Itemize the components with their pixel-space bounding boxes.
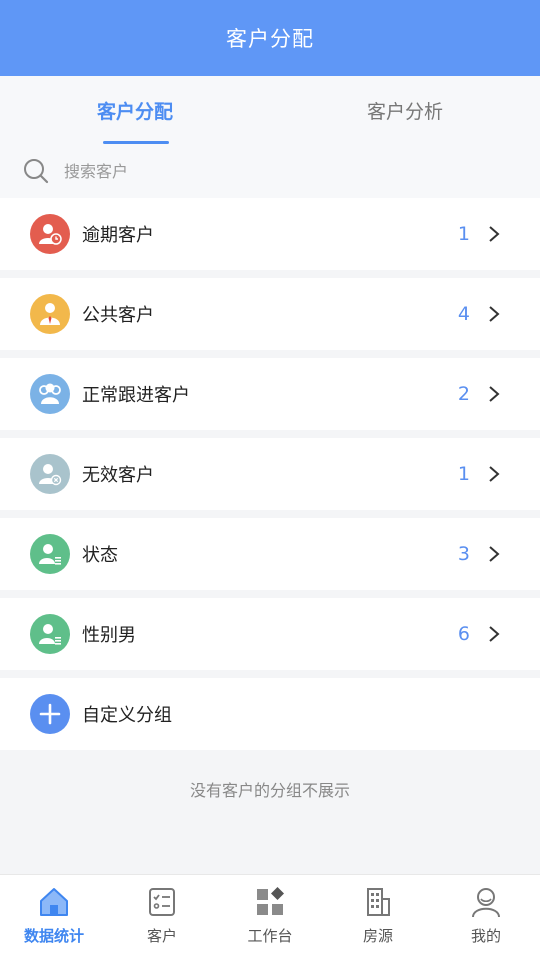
nav-label: 数据统计 — [23, 927, 84, 945]
group-count: 2 — [457, 383, 470, 405]
grid-icon — [257, 887, 284, 915]
checklist-icon — [149, 888, 175, 916]
nav-label: 房源 — [362, 927, 393, 945]
invalid-user-icon — [30, 454, 70, 494]
group-count: 1 — [457, 223, 470, 245]
search-bar[interactable] — [0, 144, 540, 198]
building-icon — [367, 888, 390, 916]
tab-bar: 客户分配 客户分析 — [0, 76, 540, 144]
group-label: 性别男 — [82, 625, 136, 646]
nav-workbench[interactable]: 工作台 — [216, 875, 324, 960]
group-row-overdue[interactable]: 逾期客户 1 — [0, 198, 540, 270]
group-row-status[interactable]: 状态 3 — [0, 518, 540, 590]
user-list-icon — [30, 614, 70, 654]
custom-group-label: 自定义分组 — [82, 705, 172, 726]
profile-icon — [472, 888, 500, 918]
search-input[interactable] — [64, 161, 484, 181]
group-label: 状态 — [82, 545, 118, 566]
group-row-public[interactable]: 公共客户 4 — [0, 278, 540, 350]
group-label: 无效客户 — [82, 465, 154, 486]
chevron-right-icon — [489, 226, 500, 242]
nav-label: 工作台 — [247, 927, 293, 945]
bottom-nav: 数据统计 客户 工作台 房源 我的 — [0, 874, 540, 960]
tab-customer-assign[interactable]: 客户分配 — [0, 76, 270, 144]
chevron-right-icon — [489, 546, 500, 562]
chevron-right-icon — [489, 626, 500, 642]
nav-customers[interactable]: 客户 — [108, 875, 216, 960]
nav-label: 客户 — [146, 927, 177, 945]
overdue-user-icon — [30, 214, 70, 254]
chevron-right-icon — [489, 306, 500, 322]
plus-icon — [30, 694, 70, 734]
group-row-invalid[interactable]: 无效客户 1 — [0, 438, 540, 510]
group-count: 3 — [457, 543, 470, 565]
group-label: 公共客户 — [82, 305, 154, 326]
custom-group-button[interactable]: 自定义分组 — [0, 678, 540, 750]
chevron-right-icon — [489, 466, 500, 482]
nav-label: 我的 — [470, 927, 501, 945]
title-bar: 客户分配 — [0, 0, 540, 76]
group-count: 4 — [457, 303, 470, 325]
page-title: 客户分配 — [226, 27, 314, 51]
group-count: 1 — [457, 463, 470, 485]
group-row-following[interactable]: 正常跟进客户 2 — [0, 358, 540, 430]
home-icon — [40, 888, 68, 916]
group-list: 逾期客户 1 公共客户 4 正常跟进客户 2 无效客户 1 状态 3 性别男 6… — [0, 198, 540, 750]
group-label: 正常跟进客户 — [82, 385, 190, 406]
group-count: 6 — [457, 623, 470, 645]
nav-data-stats[interactable]: 数据统计 — [0, 875, 108, 960]
nav-listings[interactable]: 房源 — [324, 875, 432, 960]
follow-users-icon — [30, 374, 70, 414]
group-row-gender-male[interactable]: 性别男 6 — [0, 598, 540, 670]
public-user-icon — [30, 294, 70, 334]
nav-profile[interactable]: 我的 — [432, 875, 540, 960]
empty-group-note: 没有客户的分组不展示 — [189, 781, 350, 800]
search-icon — [24, 159, 49, 184]
chevron-right-icon — [489, 386, 500, 402]
group-label: 逾期客户 — [82, 225, 154, 246]
tab-customer-analysis[interactable]: 客户分析 — [270, 76, 540, 144]
user-list-icon — [30, 534, 70, 574]
